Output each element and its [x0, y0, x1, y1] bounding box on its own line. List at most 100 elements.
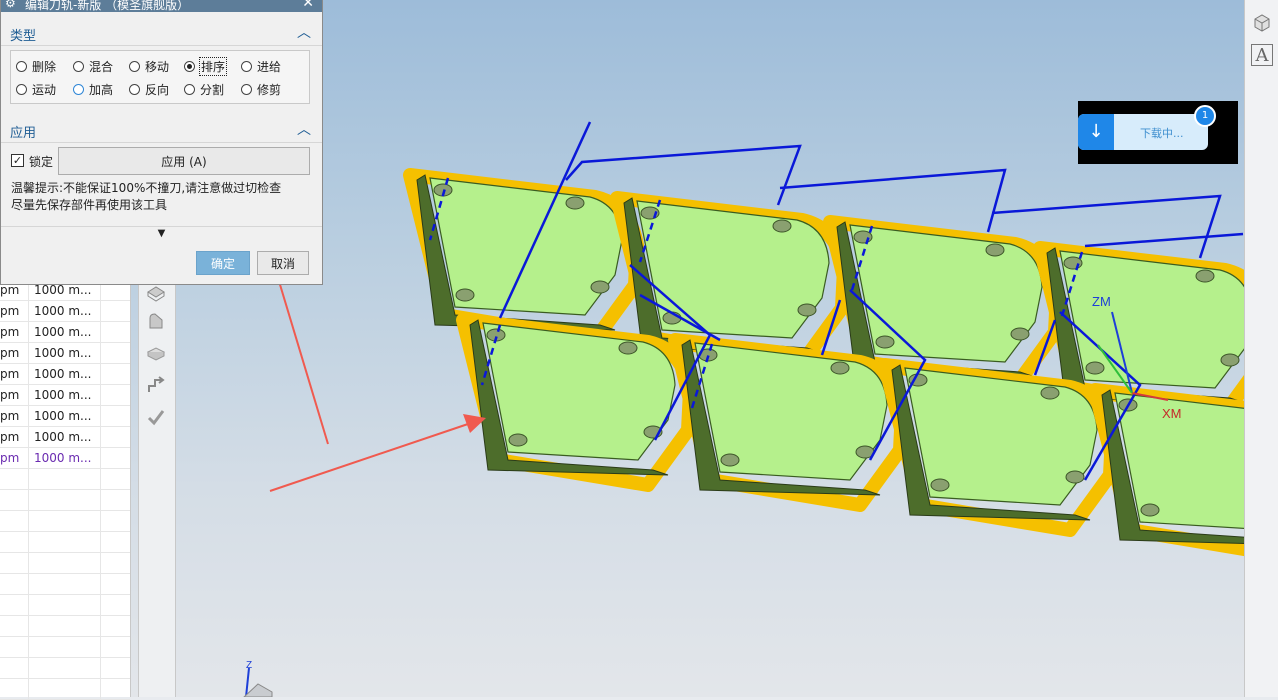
- table-cell-unit: pm: [0, 364, 29, 384]
- table-cell-empty: [0, 658, 29, 678]
- table-row[interactable]: [0, 511, 130, 532]
- table-cell-empty: [0, 595, 29, 615]
- apply-button[interactable]: 应用 (A): [58, 147, 310, 175]
- table-row[interactable]: pm 1000 m...: [0, 343, 130, 364]
- apply-section-header[interactable]: 应用 ︿: [1, 116, 322, 143]
- table-row[interactable]: pm 1000 m...: [0, 322, 130, 343]
- table-cell-empty: [0, 532, 29, 552]
- table-row[interactable]: [0, 637, 130, 658]
- chevron-up-icon[interactable]: ︿: [297, 22, 311, 42]
- radio-dot[interactable]: [184, 83, 195, 95]
- table-cell-unit: pm: [0, 322, 29, 342]
- cancel-button[interactable]: 取消: [257, 251, 309, 275]
- type-option-radio[interactable]: 排序: [184, 56, 228, 76]
- text-font-icon[interactable]: A: [1251, 44, 1273, 66]
- type-option-radio[interactable]: 混合: [73, 57, 113, 75]
- operation-table[interactable]: pm 1000 m... pm 1000 m... pm 1000 m... pm 1000 …: [0, 280, 131, 700]
- table-row[interactable]: [0, 490, 130, 511]
- table-row[interactable]: [0, 532, 130, 553]
- table-cell-unit: pm: [0, 343, 29, 363]
- table-cell-empty: [29, 469, 101, 489]
- view-cube-icon[interactable]: [1251, 12, 1273, 34]
- type-section-label: 类型: [10, 29, 37, 44]
- chevron-up-icon[interactable]: ︿: [297, 119, 311, 139]
- table-row[interactable]: pm 1000 m...: [0, 385, 130, 406]
- expand-more-button[interactable]: ▼: [1, 226, 322, 241]
- right-toolbar: A: [1244, 0, 1278, 697]
- table-cell-empty: [29, 616, 101, 636]
- table-row[interactable]: pm 1000 m...: [0, 406, 130, 427]
- part-plate[interactable]: [403, 168, 644, 347]
- table-row[interactable]: pm 1000 m...: [0, 427, 130, 448]
- dialog-titlebar[interactable]: ⚙ 编辑刀轨-新版 （模圣旗舰版） ✕: [1, 0, 322, 12]
- radio-dot[interactable]: [16, 83, 27, 95]
- table-cell-empty: [29, 553, 101, 573]
- table-cell-empty: [0, 616, 29, 636]
- table-cell-unit: pm: [0, 448, 29, 468]
- table-row[interactable]: [0, 595, 130, 616]
- table-cell-empty: [29, 658, 101, 678]
- table-row[interactable]: [0, 469, 130, 490]
- type-section-header[interactable]: 类型 ︿: [1, 19, 322, 46]
- type-option-radio[interactable]: 运动: [16, 80, 56, 98]
- type-option-radio[interactable]: 进给: [241, 57, 281, 75]
- check-tool-icon[interactable]: [145, 406, 167, 428]
- apply-section-label: 应用: [10, 126, 37, 141]
- dialog-title: 编辑刀轨-新版 （模圣旗舰版）: [25, 0, 190, 12]
- lock-label: 锁定: [29, 155, 54, 169]
- part-plate[interactable]: [878, 358, 1119, 537]
- radio-dot[interactable]: [129, 60, 140, 72]
- surface-icon[interactable]: [145, 282, 167, 304]
- table-cell-feed: 1000 m...: [29, 301, 101, 321]
- table-row[interactable]: [0, 553, 130, 574]
- type-option-label: 修剪: [257, 82, 282, 97]
- radio-dot[interactable]: [241, 83, 252, 95]
- ok-button[interactable]: 确定: [196, 251, 250, 275]
- block-icon[interactable]: [145, 342, 167, 364]
- type-option-radio[interactable]: 删除: [16, 57, 56, 75]
- download-arrow-icon: ↓: [1078, 114, 1114, 150]
- table-row[interactable]: pm 1000 m...: [0, 448, 130, 469]
- type-option-radio[interactable]: 修剪: [241, 80, 281, 98]
- part-plate[interactable]: [668, 333, 909, 512]
- table-cell-empty: [29, 595, 101, 615]
- download-status: 下载中...: [1140, 127, 1184, 140]
- gear-icon: ⚙: [5, 0, 16, 10]
- radio-dot[interactable]: [241, 60, 252, 72]
- type-option-label: 排序: [198, 56, 228, 76]
- radio-dot[interactable]: [73, 60, 84, 72]
- radio-dot[interactable]: [73, 83, 84, 95]
- lock-checkbox[interactable]: ✓: [11, 154, 24, 167]
- part-plate[interactable]: [456, 313, 697, 492]
- table-cell-empty: [0, 490, 29, 510]
- axis-xm-label: XM: [1162, 406, 1182, 421]
- type-option-radio[interactable]: 移动: [129, 57, 169, 75]
- close-icon[interactable]: ✕: [302, 0, 314, 11]
- table-cell-unit: pm: [0, 406, 29, 426]
- download-widget[interactable]: ↓ 下载中... 1: [1078, 101, 1238, 164]
- type-option-label: 进给: [257, 59, 282, 74]
- radio-dot[interactable]: [16, 60, 27, 72]
- table-row[interactable]: [0, 616, 130, 637]
- table-cell-empty: [29, 490, 101, 510]
- download-pill[interactable]: ↓ 下载中...: [1078, 114, 1208, 150]
- view-triad: Z: [243, 660, 273, 697]
- table-row[interactable]: [0, 658, 130, 679]
- table-row[interactable]: [0, 574, 130, 595]
- type-option-radio[interactable]: 反向: [129, 80, 169, 98]
- lock-row: ✓ 锁定 应用 (A): [11, 147, 311, 177]
- radio-dot[interactable]: [129, 83, 140, 95]
- table-row[interactable]: pm 1000 m...: [0, 301, 130, 322]
- radio-dot[interactable]: [184, 60, 195, 72]
- axis-zm-label: ZM: [1092, 294, 1111, 309]
- shape-icon[interactable]: [145, 310, 167, 332]
- table-row[interactable]: pm 1000 m...: [0, 364, 130, 385]
- type-option-radio[interactable]: 加高: [73, 80, 113, 98]
- type-option-label: 分割: [200, 82, 225, 97]
- step-icon[interactable]: [145, 374, 167, 396]
- download-count-badge: 1: [1194, 105, 1216, 127]
- type-option-label: 运动: [32, 82, 57, 97]
- table-cell-feed: 1000 m...: [29, 343, 101, 363]
- type-option-radio[interactable]: 分割: [184, 80, 224, 98]
- table-cell-feed: 1000 m...: [29, 427, 101, 447]
